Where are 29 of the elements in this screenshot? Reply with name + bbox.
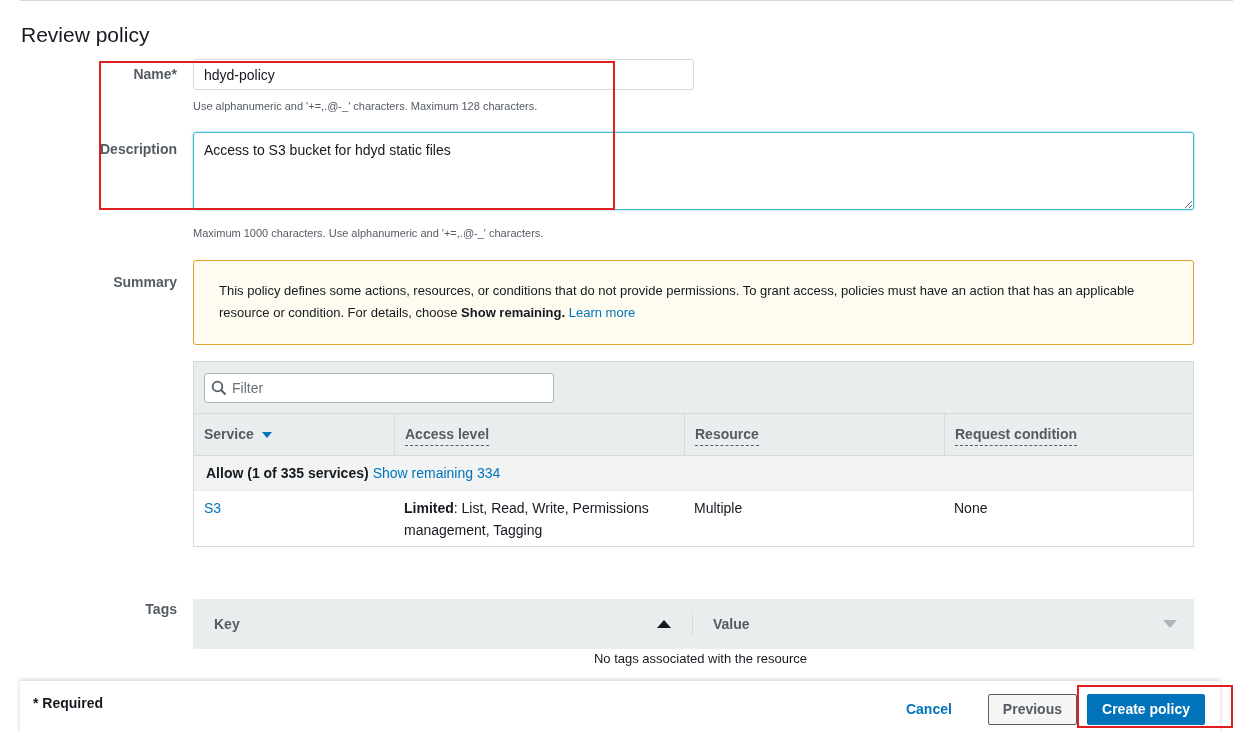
service-link[interactable]: S3	[204, 500, 222, 516]
name-input[interactable]: hdyd-policy	[193, 59, 694, 90]
alert-message: This policy defines some actions, resources, or conditions that do not provide permissions. To grant access, policies must have an action that has an applicable resource or condition. For details, choose Show remaining. Learn more	[219, 282, 1136, 322]
show-remaining-link[interactable]: Show remaining 334	[372, 462, 501, 484]
sort-up-icon	[657, 620, 671, 628]
previous-button[interactable]: Previous	[987, 693, 1077, 725]
column-header[interactable]: Value	[693, 613, 1194, 635]
page-title: Review policy	[21, 22, 151, 48]
column-header[interactable]: Service	[194, 414, 394, 455]
required-note: * Required	[33, 693, 104, 713]
field-hint: Use alphanumeric and '+=,.@-_' characters. Maximum 128 characters.	[193, 99, 539, 114]
search-icon	[211, 379, 227, 396]
learn-more-link[interactable]: Learn more	[568, 305, 636, 320]
sort-down-icon	[1163, 620, 1177, 628]
table-cell-text: Limited: List, Read, Write, Permissions management, Tagging	[403, 499, 650, 540]
field-label: Tags	[145, 600, 177, 619]
empty-message: No tags associated with the resource	[593, 651, 808, 667]
table-cell-text: None	[953, 499, 989, 518]
field-label: Summary	[113, 273, 177, 292]
field-label: Name*	[133, 65, 177, 84]
column-header[interactable]: Key	[193, 613, 693, 635]
field-hint: Maximum 1000 characters. Use alphanumeric and '+=,.@-_' characters.	[193, 225, 545, 241]
description-textarea[interactable]: Access to S3 bucket for hdyd static files	[193, 131, 1194, 210]
filter-field[interactable]: Filter	[204, 372, 554, 403]
field-label: Description	[100, 139, 177, 159]
cancel-link[interactable]: Cancel	[891, 693, 966, 725]
create-button[interactable]: Create policy	[1087, 693, 1205, 725]
table-cell-text: Multiple	[693, 499, 744, 518]
group-label: Allow (1 of 335 services)	[206, 463, 369, 483]
